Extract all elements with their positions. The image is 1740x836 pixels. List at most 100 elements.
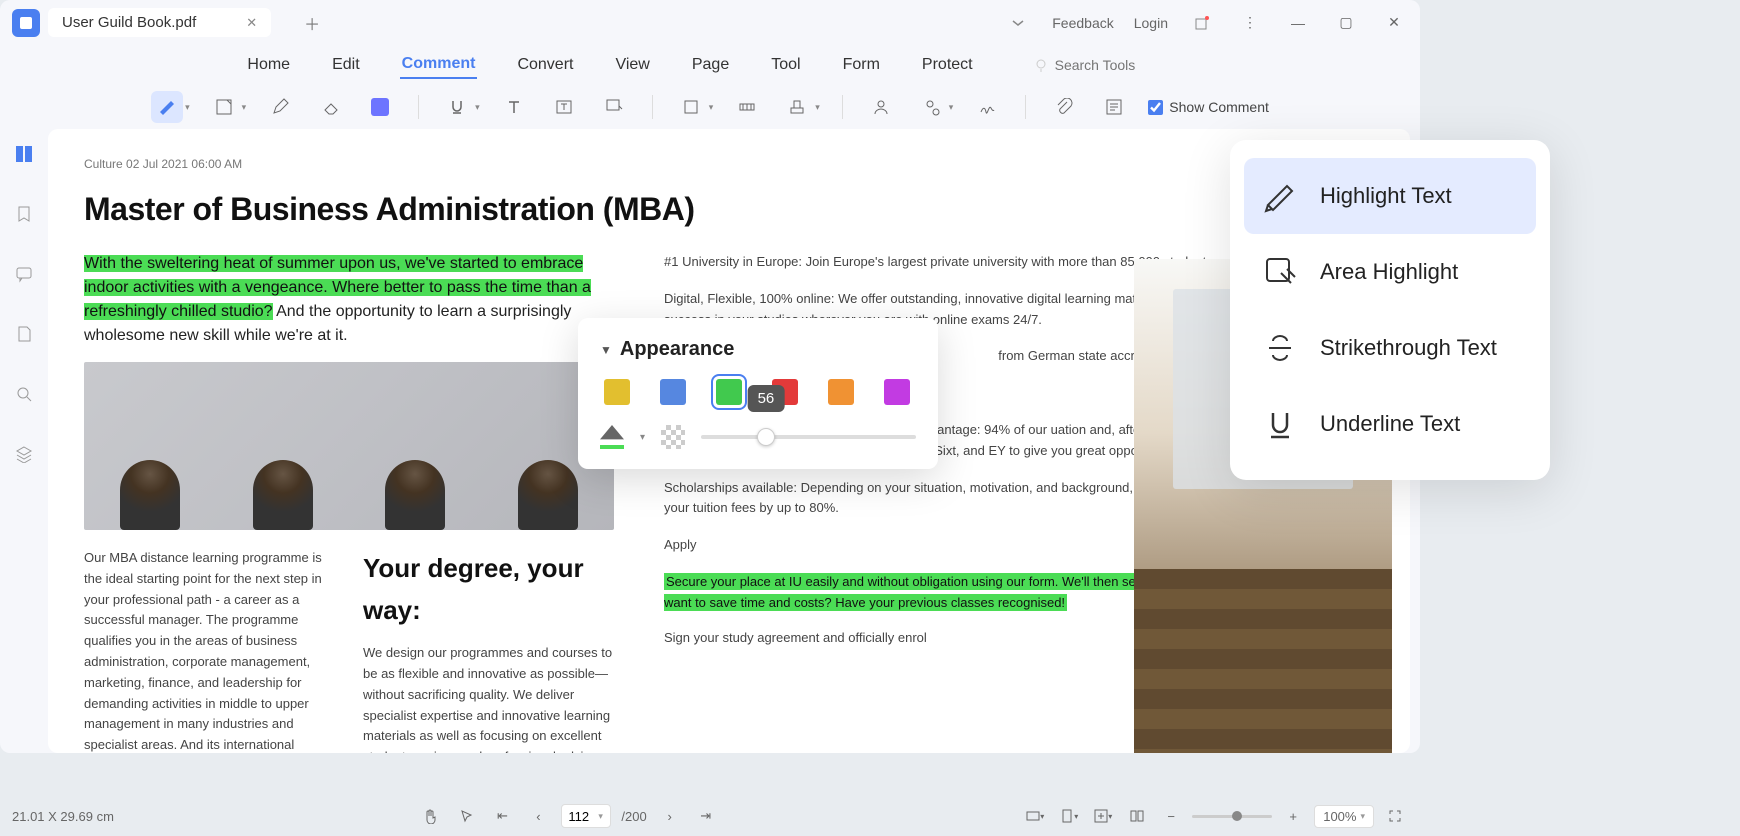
chevron-down-icon[interactable]: ▾	[475, 102, 480, 113]
left-nav	[0, 129, 48, 753]
sub-title: Your degree, your way:	[363, 548, 614, 631]
page-dimensions: 21.01 X 29.69 cm	[12, 809, 114, 824]
eraser-icon[interactable]	[314, 91, 346, 123]
page-input[interactable]: ▾	[561, 804, 611, 828]
chevron-down-icon[interactable]: ▾	[242, 102, 247, 113]
chevron-down-icon[interactable]: ▾	[640, 432, 645, 443]
highlighter-icon[interactable]	[151, 91, 183, 123]
color-green[interactable]	[716, 379, 742, 405]
menu-convert[interactable]: Convert	[515, 52, 575, 78]
file-icon[interactable]	[9, 319, 39, 349]
color-swatch-icon[interactable]	[364, 91, 396, 123]
show-comment-checkbox[interactable]	[1148, 100, 1163, 115]
prev-page-icon[interactable]: ‹	[525, 803, 551, 829]
appearance-header[interactable]: ▼ Appearance	[600, 338, 916, 361]
menu-view[interactable]: View	[613, 52, 651, 78]
zoom-value[interactable]: 100%▾	[1314, 805, 1374, 828]
search-icon[interactable]	[9, 379, 39, 409]
anno-strikethrough[interactable]: Strikethrough Text	[1244, 310, 1536, 386]
chevron-down-icon[interactable]: ▾	[815, 102, 820, 113]
bookmark-icon[interactable]	[9, 199, 39, 229]
fill-color-icon[interactable]	[600, 425, 624, 449]
menu-tool[interactable]: Tool	[769, 52, 802, 78]
chevron-down-icon[interactable]: ▾	[185, 102, 190, 113]
add-tab-button[interactable]: ＋	[299, 10, 325, 36]
read-mode-icon[interactable]	[1124, 803, 1150, 829]
text-icon[interactable]	[498, 91, 530, 123]
menu-form[interactable]: Form	[841, 52, 882, 78]
statusbar: 21.01 X 29.69 cm ⇤ ‹ ▾ /200 › ⇥ ▾ ▾ ▾ − …	[0, 796, 1420, 836]
menu-edit[interactable]: Edit	[330, 52, 362, 78]
menu-page[interactable]: Page	[690, 52, 731, 78]
note-icon[interactable]	[208, 91, 240, 123]
pencil-icon[interactable]	[264, 91, 296, 123]
maximize-icon[interactable]: ▢	[1332, 9, 1360, 37]
fit-page-icon[interactable]: ▾	[1056, 803, 1082, 829]
hero-image	[84, 362, 614, 530]
document-tab[interactable]: User Guild Book.pdf ✕	[48, 8, 271, 37]
login-link[interactable]: Login	[1134, 15, 1168, 31]
color-orange[interactable]	[828, 379, 854, 405]
last-page-icon[interactable]: ⇥	[693, 803, 719, 829]
opacity-row: ▾ 56	[600, 425, 916, 449]
hand-tool-icon[interactable]	[417, 803, 443, 829]
color-blue[interactable]	[660, 379, 686, 405]
menu-comment[interactable]: Comment	[400, 51, 478, 79]
first-page-icon[interactable]: ⇤	[489, 803, 515, 829]
zoom-slider[interactable]	[1192, 815, 1272, 818]
zoom-out-icon[interactable]: −	[1158, 803, 1184, 829]
more-icon[interactable]: ⋮	[1236, 9, 1264, 37]
close-icon[interactable]: ✕	[1380, 9, 1408, 37]
doc-meta: Culture 02 Jul 2021 06:00 AM	[84, 157, 1374, 171]
shape-rect-icon[interactable]	[675, 91, 707, 123]
show-comment-toggle[interactable]: Show Comment	[1148, 99, 1269, 115]
layers-icon[interactable]	[9, 439, 39, 469]
fullscreen-icon[interactable]	[1382, 803, 1408, 829]
menu-protect[interactable]: Protect	[920, 52, 975, 78]
page-number-input[interactable]	[568, 809, 598, 824]
anno-highlight-text[interactable]: Highlight Text	[1244, 158, 1536, 234]
measure-icon[interactable]	[731, 91, 763, 123]
color-yellow[interactable]	[604, 379, 630, 405]
search-input[interactable]	[1055, 57, 1175, 73]
doc-title: Master of Business Administration (MBA)	[84, 191, 1374, 228]
comment-list-icon[interactable]	[1098, 91, 1130, 123]
user-settings-icon[interactable]	[915, 91, 947, 123]
slider-thumb[interactable]: 56	[757, 428, 775, 446]
thumbnails-icon[interactable]	[9, 139, 39, 169]
area-highlight-icon	[1260, 252, 1300, 292]
transparency-icon[interactable]	[661, 425, 685, 449]
chevron-down-icon[interactable]: ▾	[709, 102, 714, 113]
share-icon[interactable]	[1188, 9, 1216, 37]
chevron-down-icon[interactable]: ▾	[949, 102, 954, 113]
underline-icon	[1260, 404, 1300, 444]
signature-icon[interactable]	[971, 91, 1003, 123]
fit-width-icon[interactable]: ▾	[1022, 803, 1048, 829]
textbox-icon[interactable]	[548, 91, 580, 123]
minimize-icon[interactable]: —	[1284, 9, 1312, 37]
feedback-link[interactable]: Feedback	[1052, 15, 1113, 31]
color-purple[interactable]	[884, 379, 910, 405]
attachment-icon[interactable]	[1048, 91, 1080, 123]
opacity-slider[interactable]: 56	[701, 435, 916, 439]
chevron-down-icon[interactable]	[1004, 9, 1032, 37]
user-icon[interactable]	[865, 91, 897, 123]
slider-tooltip: 56	[748, 385, 785, 412]
cursor-tool-icon[interactable]	[453, 803, 479, 829]
callout-icon[interactable]	[598, 91, 630, 123]
search-tools[interactable]	[1033, 57, 1175, 73]
next-page-icon[interactable]: ›	[657, 803, 683, 829]
zoom-mode-icon[interactable]: ▾	[1090, 803, 1116, 829]
anno-underline[interactable]: Underline Text	[1244, 386, 1536, 462]
menubar: Home Edit Comment Convert View Page Tool…	[0, 45, 1420, 85]
anno-area-highlight[interactable]: Area Highlight	[1244, 234, 1536, 310]
underline-icon[interactable]	[441, 91, 473, 123]
menu-home[interactable]: Home	[245, 52, 292, 78]
zoom-in-icon[interactable]: +	[1280, 803, 1306, 829]
app-logo-icon	[12, 9, 40, 37]
comment-icon[interactable]	[9, 259, 39, 289]
collapse-icon[interactable]: ▼	[600, 343, 612, 357]
titlebar: User Guild Book.pdf ✕ ＋ Feedback Login ⋮…	[0, 0, 1420, 45]
close-tab-icon[interactable]: ✕	[246, 15, 257, 31]
stamp-icon[interactable]	[781, 91, 813, 123]
